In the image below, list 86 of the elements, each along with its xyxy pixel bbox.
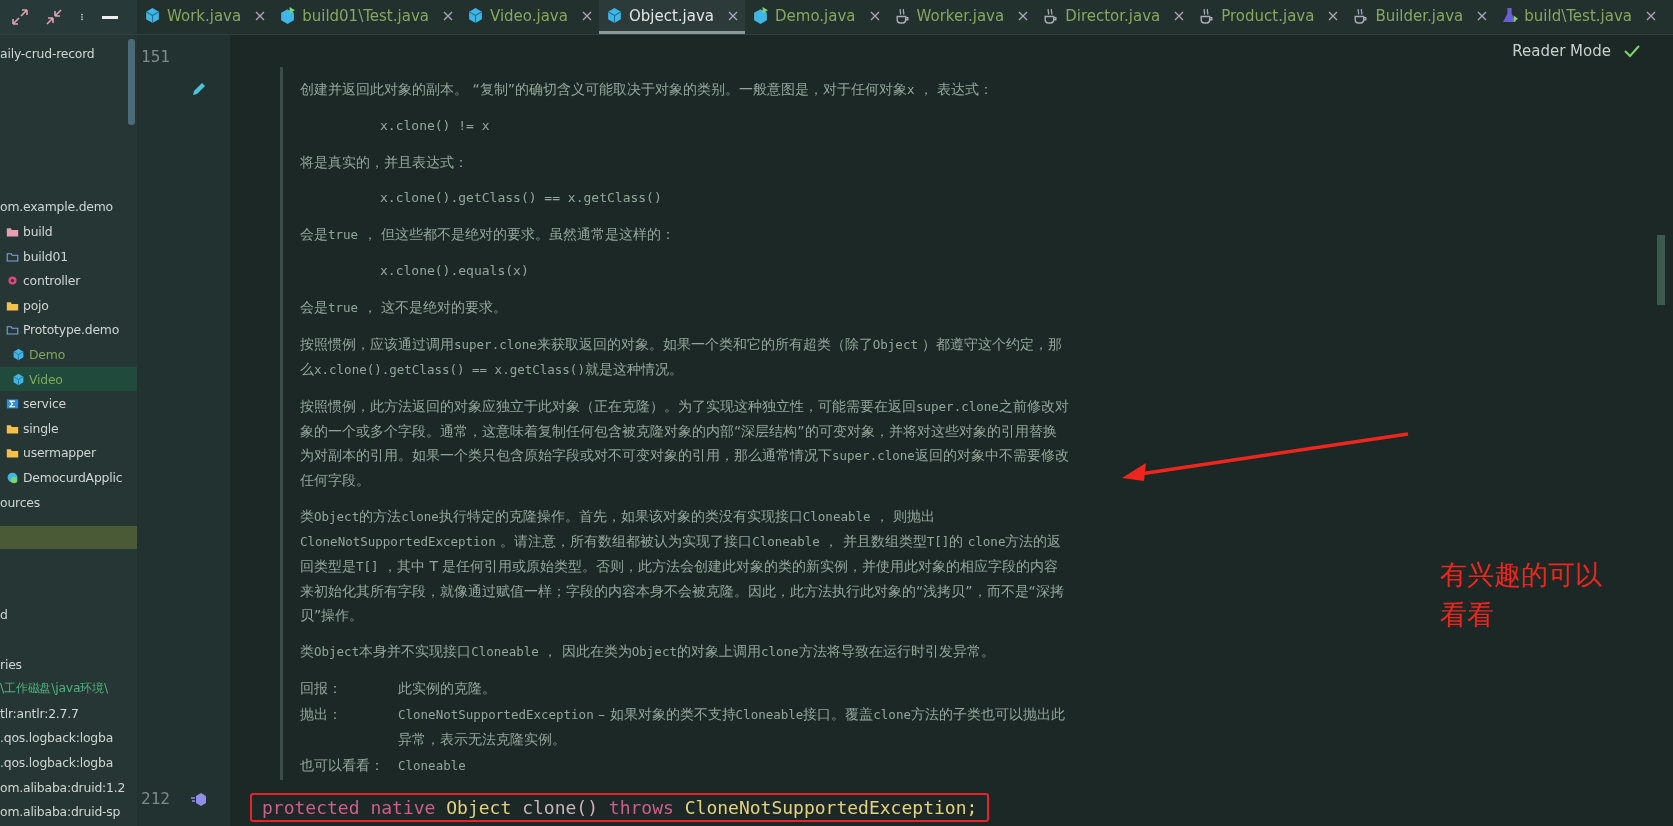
tag-label: 抛出：: [300, 705, 343, 724]
tag-value: Cloneable: [398, 757, 467, 775]
cube-icon: [605, 7, 623, 24]
tree-item[interactable]: om.alibaba:druid-sp: [0, 799, 137, 825]
cup-icon: [893, 7, 911, 24]
cube-icon: [279, 7, 297, 24]
doc-paragraph: 将是真实的，并且表达式：: [300, 153, 469, 172]
cube-icon: [466, 7, 484, 24]
line-number: 151: [141, 47, 170, 66]
cube-icon: [12, 372, 25, 386]
tree-item[interactable]: service: [0, 391, 137, 416]
close-icon[interactable]: [442, 10, 453, 21]
doc-paragraph: 创建并返回此对象的副本。 “复制”的确切含义可能取决于对象的类别。一般意图是，对于任何对象x ， 表达式：: [300, 80, 995, 99]
gear-icon: [6, 274, 19, 288]
reader-mode-label[interactable]: Reader Mode: [1512, 42, 1611, 60]
expand-icon[interactable]: [10, 7, 30, 27]
cup-icon: [1042, 7, 1060, 24]
close-icon[interactable]: [1174, 10, 1185, 21]
doc-paragraph: 类Object本身并不实现接口 Cloneable ， 因此在类为Object的对象上调用clone方法将导致在运行时引发异常。: [300, 642, 996, 661]
flask-icon: [1501, 7, 1519, 24]
close-icon[interactable]: [1645, 10, 1656, 21]
doc-paragraph: 按照惯例，此方法返回的对象应独立于此对象（正在克隆）。为了实现这种独立性，可能需要在返回super.clone之前修改对象的一个或多个字段。通常，这意味着复制任何包含被克隆对象的内部“深层结构”的可变对象，并将对这些对象的引用替换为对副本的引用。如果一个类只包含原始字段或对不可变对象的引用，那么通常情况下super.clone返回的对象中不需要修改任何字段。: [300, 397, 1070, 490]
code-example: x.clone().equals(x): [380, 262, 530, 280]
doc-paragraph: 会是true ， 但这些都不是绝对的要求。虽然通常是这样的：: [300, 225, 676, 244]
tree-item[interactable]: .qos.logback:logba: [0, 750, 137, 775]
doc-paragraph: 按照惯例，应该通过调用super.clone来获取返回的对象。如果一个类和它的所有超类（除了Object ）都遵守这个约定，那么x.clone().getClass() == x.getClass()就是这种情况。: [300, 335, 1064, 379]
close-icon[interactable]: [869, 10, 880, 21]
tag-label: 也可以看看：: [300, 756, 385, 775]
pencil-icon[interactable]: [190, 80, 208, 98]
folder-icon: [6, 225, 19, 238]
cup-icon: [1198, 7, 1216, 24]
editor-tab[interactable]: Worker.java: [886, 0, 1036, 34]
sigma-icon: [6, 397, 19, 411]
doc-paragraph: 会是true ， 这不是绝对的要求。: [300, 298, 508, 317]
tree-item[interactable]: tlr:antlr:2.7.7: [0, 701, 137, 726]
editor-tab[interactable]: Director.java: [1035, 0, 1192, 34]
folder-icon: [6, 323, 19, 337]
editor-tab[interactable]: build\Test.java: [1494, 0, 1663, 34]
editor-tab[interactable]: Video.java: [459, 0, 599, 34]
editor-tab[interactable]: Demo.java: [745, 0, 887, 34]
editor-tab[interactable]: Product.java: [1191, 0, 1346, 34]
leaf-icon: [6, 470, 19, 484]
tree-item[interactable]: \工作磁盘\java环境\: [0, 676, 137, 702]
tree-item[interactable]: Prototype.demo: [0, 317, 137, 343]
editor-tab[interactable]: Builder.java: [1345, 0, 1495, 34]
close-icon[interactable]: [728, 10, 738, 21]
editor-tab[interactable]: Work.java: [137, 0, 273, 34]
annotation-note: 有兴趣的可以看看: [1440, 558, 1602, 632]
tree-item[interactable]: om.example.demo: [0, 194, 137, 220]
cube-icon: [12, 347, 25, 361]
code-example: x.clone().getClass() == x.getClass(): [380, 189, 663, 207]
close-icon[interactable]: [1018, 10, 1029, 21]
tree-item[interactable]: ries: [0, 651, 137, 677]
tree-item[interactable]: build01: [0, 243, 137, 269]
close-icon[interactable]: [581, 10, 592, 21]
tag-label: 回报：: [300, 679, 343, 698]
tree-item[interactable]: ources: [0, 489, 137, 515]
tree-item[interactable]: controller: [0, 268, 137, 293]
tree-item[interactable]: usermapper: [0, 440, 137, 466]
project-title[interactable]: aily-crud-record: [0, 41, 137, 66]
cube-icon: [752, 7, 769, 24]
tree-item[interactable]: DemocurdApplic: [0, 465, 137, 490]
tree-item[interactable]: Video: [0, 366, 137, 392]
tree-item[interactable]: om.alibaba:druid:1.2: [0, 774, 137, 800]
folder-icon: [6, 446, 19, 460]
close-icon[interactable]: [255, 10, 266, 21]
scrollbar-thumb[interactable]: [1657, 235, 1665, 305]
close-icon[interactable]: [1477, 10, 1488, 21]
collapse-icon[interactable]: [44, 7, 64, 27]
scrollbar-thumb[interactable]: [128, 39, 135, 125]
tree-item[interactable]: .qos.logback:logba: [0, 725, 137, 751]
tree-item[interactable]: single: [0, 415, 137, 441]
tree-item[interactable]: pojo: [0, 292, 137, 318]
code-example: x.clone() != x: [380, 117, 491, 135]
cup-icon: [1352, 7, 1370, 24]
tree-item[interactable]: build: [0, 219, 137, 244]
editor-tab[interactable]: Object.java: [598, 0, 745, 34]
cube-icon: [144, 7, 161, 24]
doc-paragraph: 类Object的方法clone执行特定的克隆操作。首先，如果该对象的类没有实现接口Cloneable ， 则抛出 CloneNotSupportedException 。请注意，所有数组都被认为实现了接口 Cloneable ， 并且数组类型T[]的 clone方法的返回类型是T[] ，其中 T 是任何引用或原始类型。否则，此方法会创建此对象的类的新实例，并使用此对象的相应字段的内容来初始化其所有字段，就像通过赋值一样；字段的内容本身不会被克隆。因此，此方法执行此对象的“浅拷贝”，而不是“深拷贝”操作。: [300, 507, 1065, 625]
line-number: 212: [141, 789, 170, 808]
tag-value: CloneNotSupportedException – 如果对象的类不支持Cloneable接口。覆盖clone方法的子类也可以抛出此异常，表示无法克隆实例。: [398, 705, 1066, 749]
editor-tab[interactable]: build01\Test.java: [272, 0, 460, 34]
tree-item[interactable]: d: [0, 602, 137, 627]
tag-value: 此实例的克隆。: [398, 679, 497, 698]
tree-item[interactable]: Demo: [0, 342, 137, 367]
close-icon[interactable]: [1328, 10, 1339, 21]
